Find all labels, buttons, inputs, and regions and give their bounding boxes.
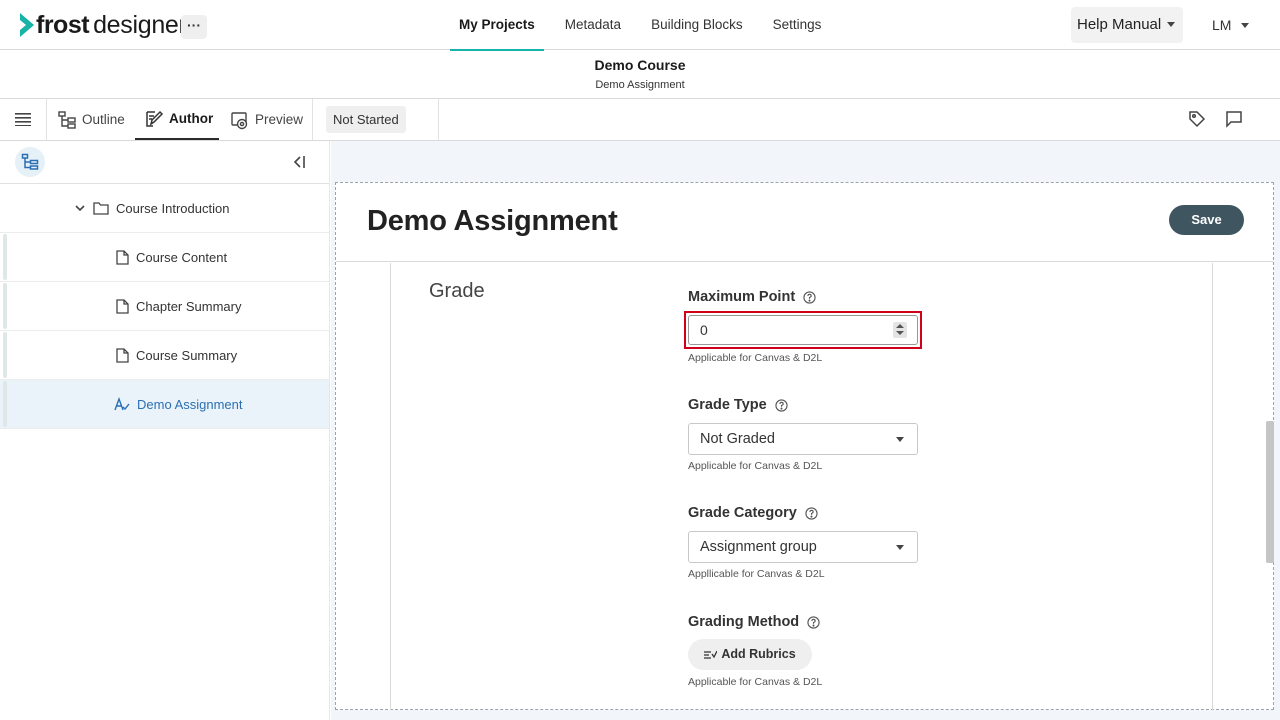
nav-my-projects[interactable]: My Projects: [450, 0, 544, 51]
nav-metadata[interactable]: Metadata: [556, 0, 630, 50]
nav-building-blocks[interactable]: Building Blocks: [642, 0, 752, 50]
more-options-button[interactable]: ···: [181, 15, 207, 39]
maximum-point-input[interactable]: 0: [688, 315, 918, 345]
maximum-point-value: 0: [700, 322, 708, 338]
tree-view-icon: [21, 153, 39, 170]
tree-item-chapter-summary[interactable]: Chapter Summary: [0, 282, 329, 331]
vertical-scrollbar[interactable]: [1266, 421, 1274, 563]
tab-outline[interactable]: Outline: [57, 99, 125, 140]
field-label-text: Grade Type: [688, 397, 767, 413]
grade-category-value: Assignment group: [700, 539, 817, 555]
tree-folder-course-introduction[interactable]: Course Introduction: [0, 184, 329, 233]
help-question-icon[interactable]: [805, 506, 818, 520]
tab-outline-label: Outline: [82, 112, 125, 127]
field-label-text: Grading Method: [688, 614, 800, 630]
grade-type-hint: Applicable for Canvas & D2L: [688, 460, 823, 472]
help-manual-label: Help Manual: [1077, 16, 1162, 33]
tree-item-demo-assignment[interactable]: Demo Assignment: [0, 380, 329, 429]
assignment-panel: Demo Assignment Save Grade Maximum Point…: [335, 182, 1274, 710]
help-question-icon[interactable]: [775, 398, 788, 412]
help-question-icon[interactable]: [807, 615, 820, 629]
status-area: Not Started: [312, 99, 439, 140]
section-heading-grade: Grade: [429, 280, 485, 302]
tree-item-course-content[interactable]: Course Content: [0, 233, 329, 282]
grade-category-label: Grade Category: [688, 505, 818, 521]
chevron-down-icon[interactable]: [74, 202, 86, 214]
grading-method-hint: Applicable for Canvas & D2L: [688, 676, 823, 688]
chevron-down-icon: [896, 437, 904, 442]
tree-item-label: Course Content: [136, 249, 228, 265]
outline-sidebar: Course Introduction Course Content Chapt…: [0, 141, 330, 720]
tab-preview-label: Preview: [255, 112, 304, 127]
user-menu[interactable]: LM: [1212, 7, 1250, 43]
grade-form: Grade Maximum Point 0 Applicable for Can…: [390, 263, 1213, 710]
maximum-point-hint: Applicable for Canvas & D2L: [688, 352, 823, 364]
grading-method-label: Grading Method: [688, 614, 820, 630]
page-title: Demo Assignment: [367, 205, 618, 237]
folder-icon: [93, 201, 109, 215]
top-navigation-bar: frost designer ··· My Projects Metadata …: [0, 0, 1280, 51]
logo-arrow-icon: [20, 13, 34, 37]
save-button[interactable]: Save: [1169, 205, 1244, 235]
number-spinner-icon[interactable]: [893, 322, 907, 338]
user-initials: LM: [1212, 17, 1232, 33]
tree-view-toggle[interactable]: [15, 147, 45, 177]
tab-preview[interactable]: Preview: [230, 99, 303, 140]
sidebar-header: [0, 141, 329, 184]
chevron-down-icon: [1167, 21, 1176, 27]
main-nav: My Projects Metadata Building Blocks Set…: [450, 0, 842, 51]
author-edit-icon: [146, 110, 164, 127]
field-label-text: Grade Category: [688, 505, 797, 521]
hamburger-icon: [15, 113, 31, 126]
grade-category-select[interactable]: Assignment group: [688, 531, 918, 563]
logo-text-frost: frost: [36, 10, 90, 39]
outline-tree-icon: [58, 110, 76, 129]
document-icon: [116, 298, 129, 314]
add-rubrics-label: Add Rubrics: [721, 647, 796, 661]
status-badge[interactable]: Not Started: [326, 106, 406, 133]
course-title: Demo Course: [594, 57, 686, 73]
chevron-down-icon: [1241, 22, 1250, 28]
hamburger-menu-button[interactable]: [0, 99, 47, 140]
preview-eye-icon: [231, 111, 248, 129]
tree-folder-label: Course Introduction: [116, 200, 230, 216]
document-icon: [116, 249, 129, 265]
help-manual-dropdown[interactable]: Help Manual: [1071, 7, 1183, 43]
collapse-sidebar-icon[interactable]: [290, 153, 308, 171]
tab-author-label: Author: [169, 111, 214, 126]
chevron-down-icon: [896, 545, 904, 550]
panel-header: Demo Assignment Save: [336, 183, 1273, 262]
grade-type-label: Grade Type: [688, 397, 788, 413]
assignment-icon: [114, 396, 130, 412]
logo-text-designer: designer: [93, 10, 187, 39]
add-rubrics-button[interactable]: Add Rubrics: [688, 639, 812, 670]
frost-designer-logo[interactable]: frost designer: [20, 10, 187, 40]
rubric-list-icon: [704, 650, 718, 659]
editor-toolbar: Outline Author Preview Not Started: [0, 99, 1280, 141]
grade-type-select[interactable]: Not Graded: [688, 423, 918, 455]
grade-category-hint: Appllicable for Canvas & D2L: [688, 568, 825, 580]
course-subtitle: Demo Assignment: [595, 79, 685, 91]
grade-type-value: Not Graded: [700, 431, 775, 447]
tag-icon[interactable]: [1187, 109, 1207, 129]
comment-icon[interactable]: [1224, 109, 1244, 129]
document-icon: [116, 347, 129, 363]
tree-item-course-summary[interactable]: Course Summary: [0, 331, 329, 380]
tab-author[interactable]: Author: [135, 99, 219, 140]
maximum-point-label: Maximum Point: [688, 289, 816, 305]
help-question-icon[interactable]: [803, 290, 816, 304]
nav-settings[interactable]: Settings: [764, 0, 831, 50]
field-label-text: Maximum Point: [688, 289, 796, 305]
tree-item-label: Chapter Summary: [136, 298, 242, 314]
tree-item-label: Demo Assignment: [137, 396, 243, 412]
tree-item-label: Course Summary: [136, 347, 238, 363]
course-header: Demo Course Demo Assignment: [0, 50, 1280, 99]
